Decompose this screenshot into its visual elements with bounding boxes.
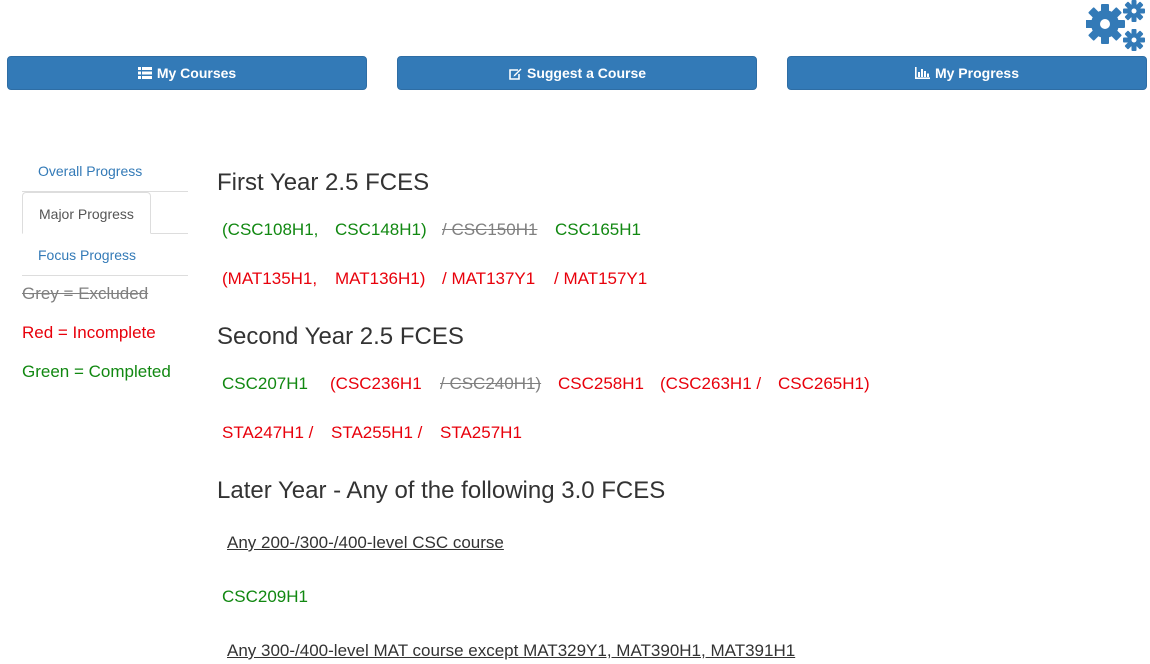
course-csc150: / CSC150H1 xyxy=(442,220,538,239)
my-progress-button[interactable]: My Progress xyxy=(787,56,1147,90)
nav-major-progress[interactable]: Major Progress xyxy=(22,192,151,234)
any-mat-course-link[interactable]: Any 300-/400-level MAT course except MAT… xyxy=(227,641,795,661)
edit-icon xyxy=(508,67,522,80)
nav-major-progress-row: Major Progress xyxy=(22,192,188,234)
my-courses-label: My Courses xyxy=(156,65,237,81)
course-mat137: / MAT137Y1 xyxy=(442,269,536,288)
second-year-heading: Second Year 2.5 FCES xyxy=(217,323,464,350)
course-sta247: STA247H1 / xyxy=(222,423,314,442)
course-csc236: (CSC236H1 xyxy=(330,374,422,393)
legend-completed: Green = Completed xyxy=(22,362,171,381)
later-year-heading: Later Year - Any of the following 3.0 FC… xyxy=(217,477,666,504)
course-mat157: / MAT157Y1 xyxy=(554,269,648,288)
my-progress-label: My Progress xyxy=(934,65,1020,81)
course-sta257: STA257H1 xyxy=(440,423,522,442)
course-csc108: (CSC108H1, xyxy=(222,220,319,239)
course-csc263: (CSC263H1 / xyxy=(660,374,762,393)
first-year-heading: First Year 2.5 FCES xyxy=(217,169,430,196)
nav-focus-progress[interactable]: Focus Progress xyxy=(22,234,188,276)
legend-excluded: Grey = Excluded xyxy=(22,284,149,303)
suggest-course-label: Suggest a Course xyxy=(526,65,647,81)
course-sta255: STA255H1 / xyxy=(331,423,423,442)
my-courses-button[interactable]: My Courses xyxy=(7,56,367,90)
bar-chart-icon xyxy=(914,67,930,79)
nav-overall-progress[interactable]: Overall Progress xyxy=(22,150,188,192)
legend-incomplete: Red = Incomplete xyxy=(22,323,156,342)
course-mat136: MAT136H1) xyxy=(335,269,426,288)
color-legend: Grey = Excluded Red = Incomplete Green =… xyxy=(22,284,171,401)
course-csc265: CSC265H1) xyxy=(778,374,870,393)
course-csc148: CSC148H1) xyxy=(335,220,427,239)
suggest-course-button[interactable]: Suggest a Course xyxy=(397,56,757,90)
course-mat135: (MAT135H1, xyxy=(222,269,318,288)
course-csc207: CSC207H1 xyxy=(222,374,308,393)
course-csc209: CSC209H1 xyxy=(222,587,308,606)
settings-gear-icon[interactable] xyxy=(1085,0,1148,54)
course-csc240: / CSC240H1) xyxy=(440,374,542,393)
side-navigation: Overall Progress Major Progress Focus Pr… xyxy=(22,150,188,276)
list-icon xyxy=(137,67,152,79)
course-csc258: CSC258H1 xyxy=(558,374,644,393)
any-csc-course-link[interactable]: Any 200-/300-/400-level CSC course xyxy=(227,533,504,553)
course-csc165: CSC165H1 xyxy=(555,220,641,239)
